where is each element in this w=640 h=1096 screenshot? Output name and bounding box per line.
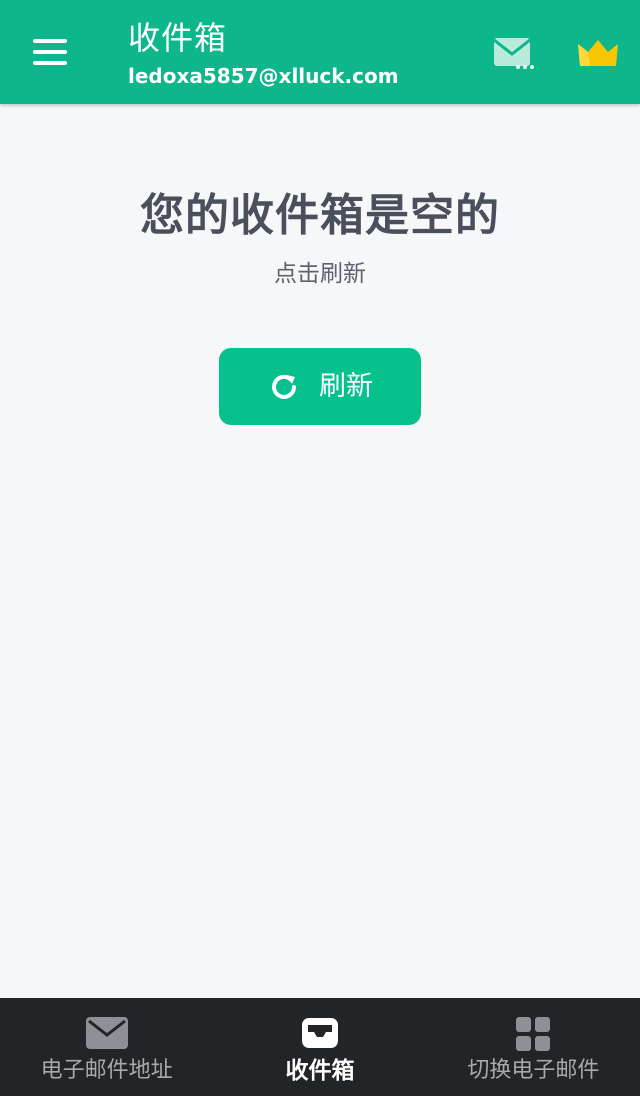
inbox-content: 您的收件箱是空的 点击刷新 刷新 bbox=[0, 104, 640, 998]
nav-label-inbox: 收件箱 bbox=[285, 1058, 355, 1084]
crown-icon[interactable] bbox=[570, 30, 626, 78]
mail-settings-icon[interactable] bbox=[488, 30, 540, 78]
inbox-tray-icon bbox=[301, 1018, 338, 1048]
refresh-button[interactable]: 刷新 bbox=[219, 348, 421, 425]
nav-tab-switch-email[interactable]: 切换电子邮件 bbox=[427, 998, 640, 1096]
empty-inbox-title: 您的收件箱是空的 bbox=[140, 190, 500, 241]
current-email-address: ledoxa5857@xlluck.com bbox=[128, 64, 399, 88]
nav-tab-inbox[interactable]: 收件箱 bbox=[213, 998, 426, 1096]
grid-icon bbox=[516, 1017, 551, 1051]
nav-label-email-address: 电子邮件地址 bbox=[40, 1058, 173, 1083]
bottom-navigation: 电子邮件地址 收件箱 切换电子邮件 bbox=[0, 998, 640, 1096]
refresh-button-label: 刷新 bbox=[319, 370, 373, 402]
nav-tab-email-address[interactable]: 电子邮件地址 bbox=[0, 998, 213, 1096]
refresh-icon bbox=[272, 374, 296, 399]
hamburger-menu-icon[interactable] bbox=[24, 28, 76, 76]
empty-inbox-hint: 点击刷新 bbox=[274, 261, 366, 287]
envelope-icon bbox=[85, 1017, 128, 1049]
nav-label-switch-email: 切换电子邮件 bbox=[467, 1058, 600, 1083]
page-title: 收件箱 bbox=[128, 19, 228, 57]
app-header: 收件箱 ledoxa5857@xlluck.com bbox=[0, 0, 640, 104]
